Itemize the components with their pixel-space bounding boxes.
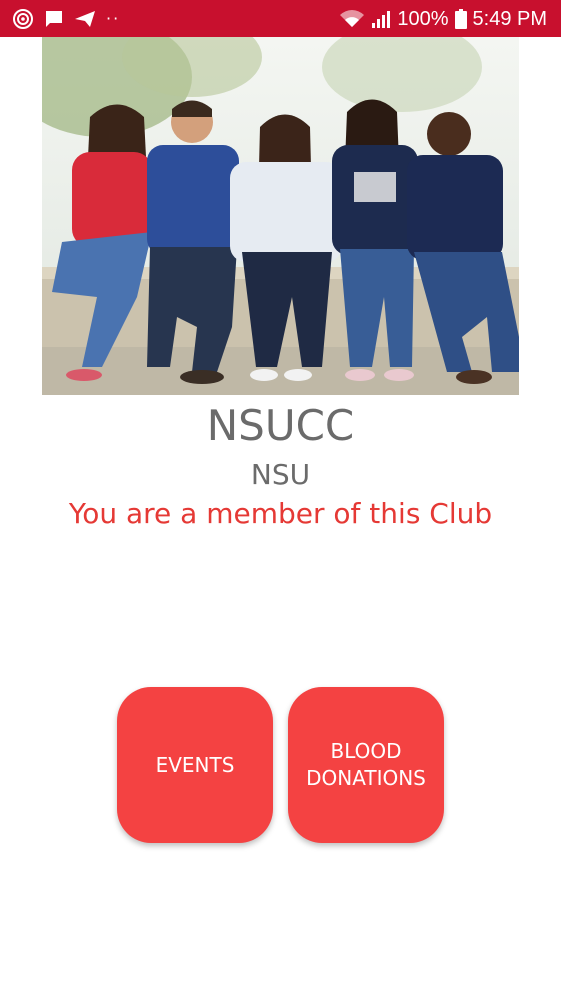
status-bar: ·· 100% 5:49 PM bbox=[0, 0, 561, 37]
send-icon bbox=[74, 10, 96, 28]
battery-percent: 100% bbox=[397, 7, 449, 30]
app-swirl-icon bbox=[12, 8, 34, 30]
club-hero-image bbox=[42, 37, 519, 395]
club-organization: NSU bbox=[250, 458, 311, 491]
wifi-icon bbox=[339, 9, 365, 29]
blood-donations-button[interactable]: BLOOD DONATIONS bbox=[288, 687, 444, 843]
blood-donations-button-label: BLOOD DONATIONS bbox=[306, 739, 426, 790]
system-status: 100% 5:49 PM bbox=[339, 6, 547, 32]
signal-icon bbox=[371, 9, 391, 29]
membership-status: You are a member of this Club bbox=[68, 497, 493, 530]
events-button-label: EVENTS bbox=[155, 752, 235, 777]
club-name: NSUCC bbox=[206, 401, 355, 450]
notification-icons: ·· bbox=[12, 8, 120, 30]
more-dots-icon: ·· bbox=[106, 9, 121, 28]
clock: 5:49 PM bbox=[472, 7, 547, 30]
message-icon bbox=[44, 9, 64, 29]
events-button[interactable]: EVENTS bbox=[117, 687, 273, 843]
battery-icon bbox=[454, 9, 467, 29]
